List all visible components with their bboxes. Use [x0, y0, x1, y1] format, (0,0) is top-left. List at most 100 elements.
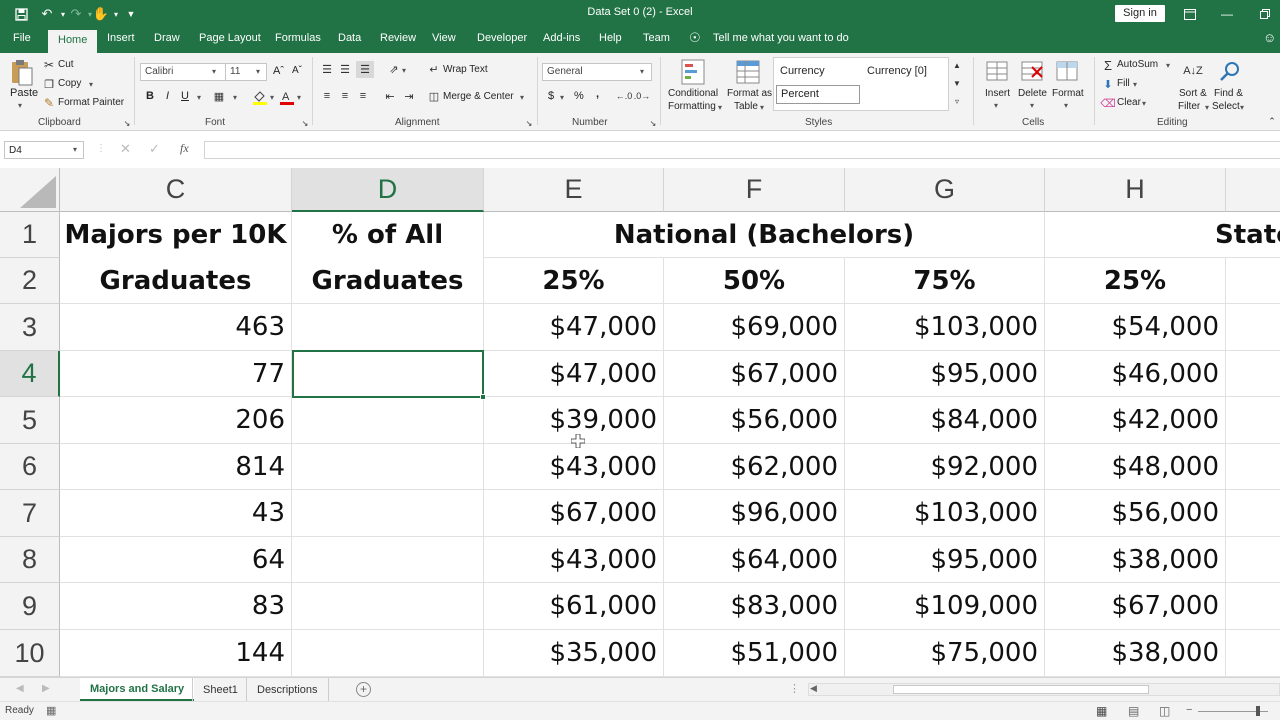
paste-dropdown-icon[interactable]: ▾: [18, 101, 22, 110]
merge-dropdown-icon[interactable]: ▾: [520, 93, 524, 102]
cell-g2[interactable]: 75%: [845, 258, 1045, 304]
bold-button[interactable]: B: [146, 90, 154, 102]
style-percent[interactable]: Percent: [776, 85, 860, 104]
cell-g7[interactable]: $103,000: [845, 490, 1045, 537]
sort-filter-icon[interactable]: A↓Z: [1180, 58, 1206, 84]
cell-h5[interactable]: $42,000: [1045, 397, 1226, 444]
cell-d4[interactable]: [292, 351, 484, 397]
number-format-select[interactable]: General: [542, 63, 652, 81]
styles-more-icon[interactable]: ▿: [950, 94, 964, 108]
cell-h4[interactable]: $46,000: [1045, 351, 1226, 397]
align-left-icon[interactable]: ≡: [320, 89, 334, 103]
insert-cells-button[interactable]: Insert: [985, 88, 1010, 99]
styles-scroll-down-icon[interactable]: ▼: [950, 76, 964, 90]
cell-h1-merged[interactable]: State: [1045, 212, 1280, 258]
cell-e8[interactable]: $43,000: [484, 537, 664, 583]
format-table-dropdown-icon[interactable]: ▾: [760, 103, 764, 112]
cell-f8[interactable]: $64,000: [664, 537, 845, 583]
cell-e1-merged[interactable]: National (Bachelors): [484, 212, 1045, 258]
find-select-dropdown-icon[interactable]: ▾: [1240, 103, 1244, 112]
insert-cells-icon[interactable]: [985, 58, 1009, 84]
sort-filter-dropdown-icon[interactable]: ▾: [1205, 103, 1209, 112]
insert-function-icon[interactable]: fx: [180, 141, 189, 156]
share-person-icon[interactable]: ☺: [1263, 30, 1276, 45]
cell-d1[interactable]: % of All: [292, 212, 484, 258]
cell-c2[interactable]: Graduates: [60, 258, 292, 304]
cell-d2[interactable]: Graduates: [292, 258, 484, 304]
conditional-formatting-label-2[interactable]: Formatting: [668, 101, 716, 112]
underline-button[interactable]: U: [181, 90, 189, 102]
tab-view[interactable]: View: [432, 32, 456, 44]
align-center-icon[interactable]: ≡: [338, 89, 352, 103]
font-size-select[interactable]: 11: [225, 63, 267, 81]
row-header-9[interactable]: 9: [0, 583, 60, 630]
fill-color-icon[interactable]: [252, 89, 268, 105]
sheet-tab-descriptions[interactable]: Descriptions: [246, 678, 329, 701]
cell-i3[interactable]: [1226, 304, 1280, 351]
column-header-d[interactable]: D: [292, 168, 484, 212]
format-as-table-label-2[interactable]: Table: [734, 101, 758, 112]
find-select-label-1[interactable]: Find &: [1214, 88, 1243, 99]
sheet-scroll-right-icon[interactable]: ▶: [42, 683, 50, 694]
autosum-icon[interactable]: Σ: [1101, 58, 1115, 73]
cell-e6[interactable]: $43,000: [484, 444, 664, 490]
format-cells-icon[interactable]: [1055, 58, 1079, 84]
cell-i10[interactable]: [1226, 630, 1280, 677]
row-header-7[interactable]: 7: [0, 490, 60, 537]
cell-i4[interactable]: [1226, 351, 1280, 397]
customize-qat-icon[interactable]: ▼: [121, 4, 141, 24]
cell-g3[interactable]: $103,000: [845, 304, 1045, 351]
cell-f7[interactable]: $96,000: [664, 490, 845, 537]
cell-g4[interactable]: $95,000: [845, 351, 1045, 397]
tab-split-handle-icon[interactable]: ⋮: [789, 682, 800, 695]
tab-formulas[interactable]: Formulas: [275, 32, 321, 44]
tab-page-layout[interactable]: Page Layout: [199, 32, 261, 44]
cell-h9[interactable]: $67,000: [1045, 583, 1226, 630]
conditional-dropdown-icon[interactable]: ▾: [718, 103, 722, 112]
minimize-icon[interactable]: —: [1208, 0, 1246, 28]
collapse-ribbon-icon[interactable]: ⌃: [1266, 115, 1278, 127]
cell-g8[interactable]: $95,000: [845, 537, 1045, 583]
decrease-decimal-icon[interactable]: .0→: [634, 89, 651, 103]
save-icon[interactable]: [11, 4, 31, 24]
cell-c9[interactable]: 83: [60, 583, 292, 630]
comma-style-button[interactable]: ,: [596, 88, 599, 100]
cell-c5[interactable]: 206: [60, 397, 292, 444]
cell-g5[interactable]: $84,000: [845, 397, 1045, 444]
horizontal-scroll-thumb[interactable]: [893, 685, 1149, 694]
tab-add-ins[interactable]: Add-ins: [543, 32, 580, 44]
sheet-tab-majors-and-salary[interactable]: Majors and Salary: [80, 678, 195, 701]
align-middle-icon[interactable]: ☰: [338, 62, 352, 76]
cell-i9[interactable]: [1226, 583, 1280, 630]
tab-review[interactable]: Review: [380, 32, 416, 44]
delete-cells-button[interactable]: Delete: [1018, 88, 1047, 99]
restore-icon[interactable]: [1246, 0, 1280, 28]
cell-d9[interactable]: [292, 583, 484, 630]
copy-dropdown-icon[interactable]: ▾: [89, 80, 93, 89]
paste-icon[interactable]: [8, 58, 36, 88]
fill-handle[interactable]: [480, 394, 486, 400]
cell-c10[interactable]: 144: [60, 630, 292, 677]
column-header-h[interactable]: H: [1045, 168, 1226, 212]
cell-e7[interactable]: $67,000: [484, 490, 664, 537]
tab-data[interactable]: Data: [338, 32, 361, 44]
select-all-corner[interactable]: [0, 168, 60, 212]
align-top-icon[interactable]: ☰: [320, 62, 334, 76]
percent-style-button[interactable]: %: [574, 90, 584, 102]
cell-g6[interactable]: $92,000: [845, 444, 1045, 490]
row-header-6[interactable]: 6: [0, 444, 60, 490]
cell-h7[interactable]: $56,000: [1045, 490, 1226, 537]
orientation-icon[interactable]: ⇗: [385, 62, 403, 76]
cell-d5[interactable]: [292, 397, 484, 444]
copy-icon[interactable]: ❐: [42, 77, 56, 91]
cell-f6[interactable]: $62,000: [664, 444, 845, 490]
cell-c3[interactable]: 463: [60, 304, 292, 351]
fill-color-dropdown-icon[interactable]: ▾: [270, 93, 274, 102]
italic-button[interactable]: I: [166, 90, 169, 102]
currency-dropdown-icon[interactable]: ▾: [560, 93, 564, 102]
font-size-dropdown-icon[interactable]: ▾: [256, 67, 260, 76]
style-currency-0[interactable]: Currency [0]: [867, 65, 927, 77]
tab-file[interactable]: File: [13, 32, 31, 44]
tab-draw[interactable]: Draw: [154, 32, 180, 44]
font-launcher-icon[interactable]: ↘: [300, 118, 310, 128]
